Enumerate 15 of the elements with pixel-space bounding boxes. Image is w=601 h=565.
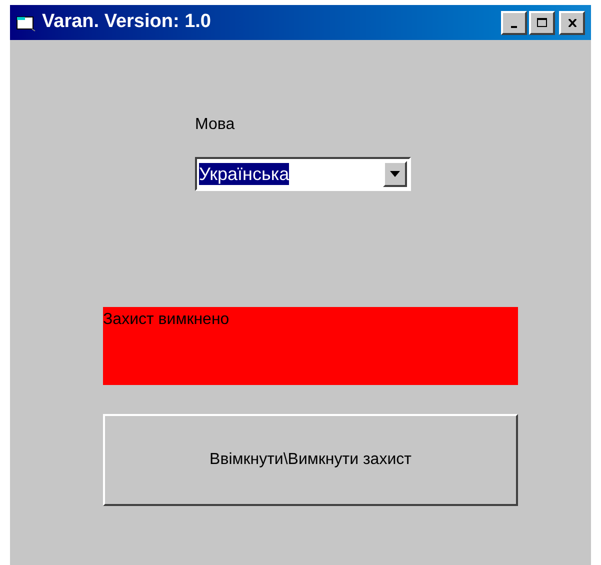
close-button[interactable] <box>559 10 585 34</box>
language-dropdown[interactable]: Українська <box>195 157 411 191</box>
window-icon <box>16 14 36 32</box>
close-icon <box>568 18 576 26</box>
dropdown-value: Українська <box>199 163 290 185</box>
minimize-icon <box>511 26 517 28</box>
toggle-protection-button[interactable]: Ввімкнути\Вимкнути захист <box>103 414 518 506</box>
minimize-button[interactable] <box>501 10 527 34</box>
language-label: Мова <box>195 115 236 135</box>
maximize-icon <box>537 18 547 27</box>
maximize-button[interactable] <box>529 10 555 34</box>
status-text: Захист вимкнено <box>103 311 230 328</box>
caret-icon <box>390 171 400 177</box>
window-title: Varan. Version: 1.0 <box>42 10 211 34</box>
dropdown-arrow-button[interactable] <box>383 161 407 187</box>
